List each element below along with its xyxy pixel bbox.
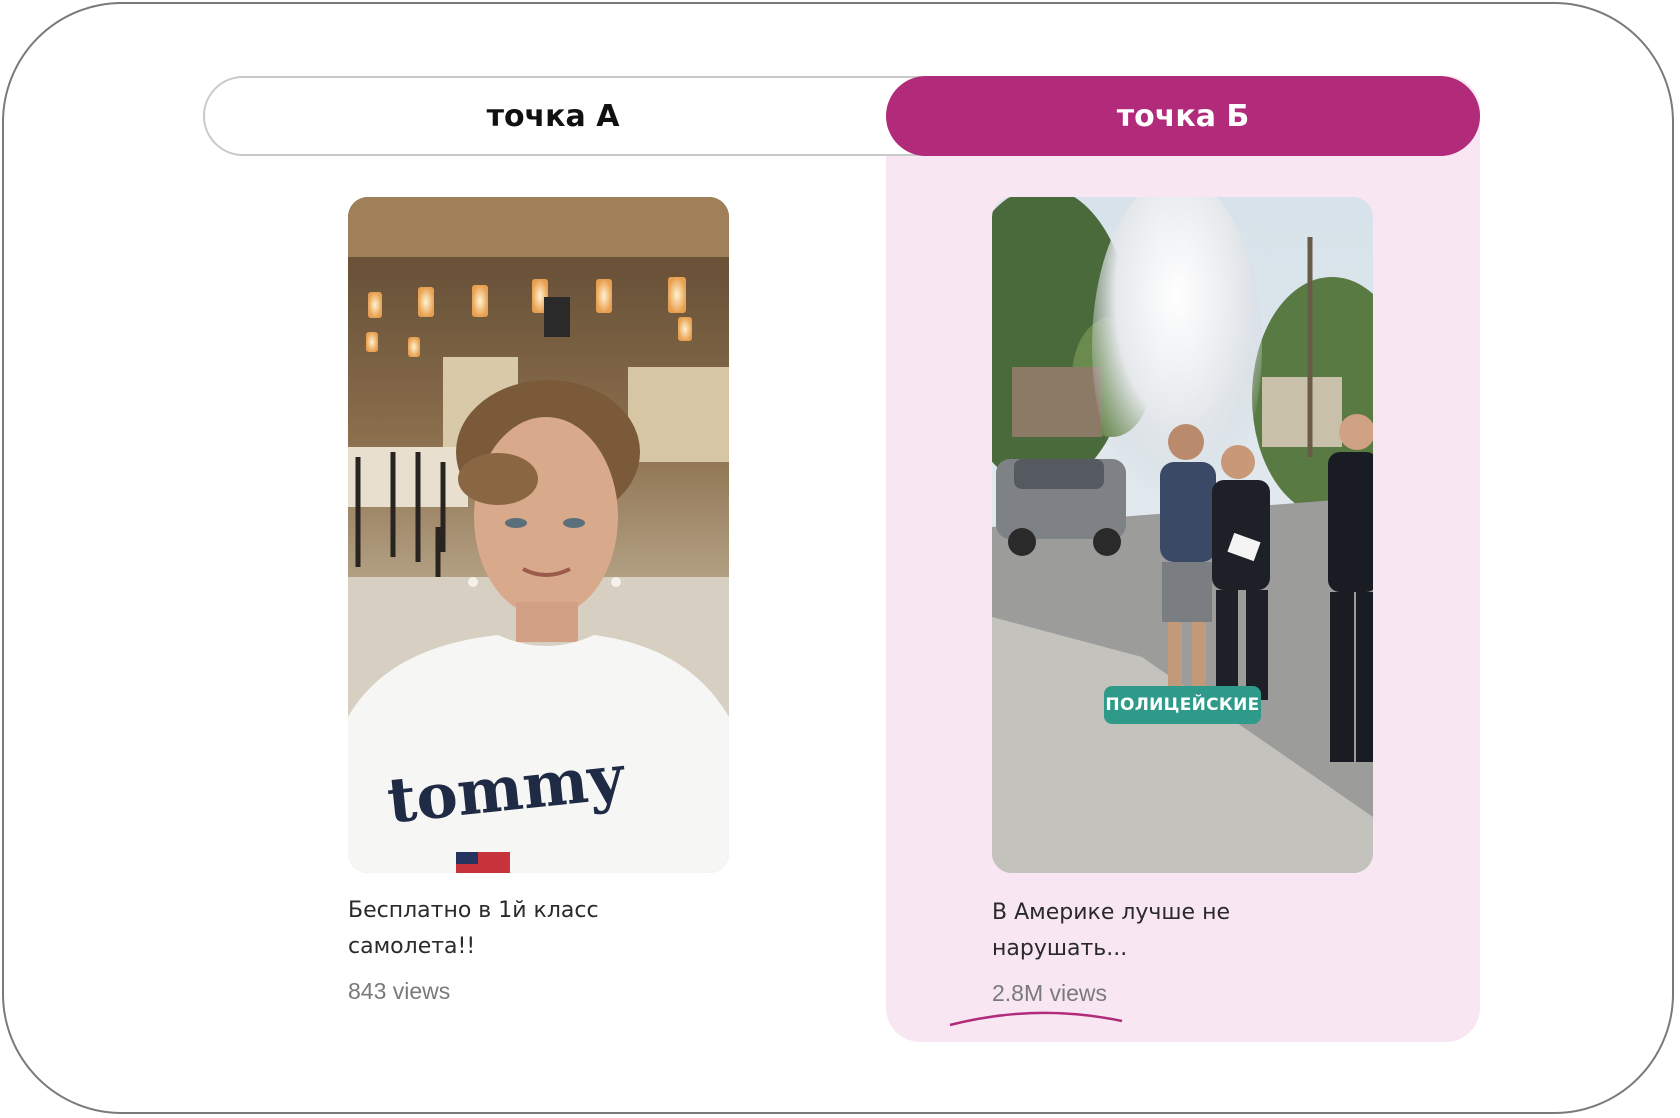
views-highlight-underline bbox=[949, 1011, 1123, 1027]
video-a-title-line2: самолета!! bbox=[348, 934, 476, 959]
toggle-point-a[interactable]: точка А bbox=[203, 76, 903, 156]
video-thumbnail-a[interactable]: tommy bbox=[348, 197, 729, 873]
video-b-views: 2.8M views bbox=[992, 980, 1108, 1006]
street-police-image bbox=[992, 197, 1373, 873]
video-thumbnail-b[interactable] bbox=[992, 197, 1373, 873]
airport-selfie-image: tommy bbox=[348, 197, 729, 873]
toggle-point-b[interactable]: точка Б bbox=[886, 76, 1480, 156]
video-b-title[interactable]: В Америке лучше не нарушать... bbox=[992, 895, 1392, 967]
video-b-overlay-tag: ПОЛИЦЕЙСКИЕ bbox=[1104, 686, 1261, 724]
video-a-views: 843 views bbox=[348, 978, 451, 1004]
video-b-title-line1: В Америке лучше не bbox=[992, 900, 1231, 925]
video-b-title-line2: нарушать... bbox=[992, 936, 1128, 961]
video-a-title[interactable]: Бесплатно в 1й класс самолета!! bbox=[348, 893, 748, 965]
video-a-title-line1: Бесплатно в 1й класс bbox=[348, 898, 599, 923]
